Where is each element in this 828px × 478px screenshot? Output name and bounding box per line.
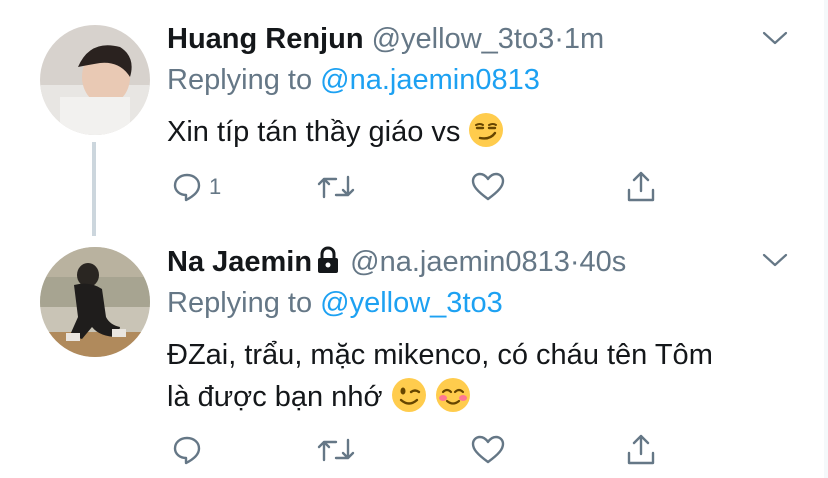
- share-button[interactable]: [625, 432, 657, 468]
- retweet-button[interactable]: [317, 169, 355, 205]
- tweet-header: Na Jaemin @na.jaemin0813·40s: [167, 245, 626, 282]
- wink-emoji: [391, 377, 427, 413]
- share-icon: [627, 171, 655, 202]
- tweet-text: ĐZai, trẩu, mặc mikenco, có cháu tên Tôm…: [167, 334, 797, 418]
- replying-label: Replying to: [167, 64, 313, 96]
- display-name[interactable]: Na Jaemin: [167, 246, 312, 278]
- retweet-icon: [317, 175, 355, 199]
- smiling-blush-emoji: [435, 377, 471, 413]
- tweet-text-content: Xin típ tán thầy giáo vs: [167, 116, 461, 148]
- tweet-text-line-2-wrap: là được bạn nhớ: [167, 376, 797, 418]
- separator: ·: [569, 246, 580, 278]
- tweet-header: Huang Renjun @yellow_3to3·1m: [167, 22, 604, 56]
- heart-icon: [471, 172, 505, 201]
- replying-to: Replying to @na.jaemin0813: [167, 63, 540, 97]
- like-button[interactable]: [471, 432, 505, 468]
- reply-count: 1: [209, 174, 222, 199]
- tweet-text: Xin típ tán thầy giáo vs: [167, 111, 797, 153]
- lock-icon: [316, 246, 340, 282]
- scrollbar[interactable]: [824, 0, 828, 478]
- like-button[interactable]: [471, 169, 505, 205]
- share-button[interactable]: [625, 169, 657, 205]
- avatar[interactable]: [40, 247, 150, 357]
- tweet-actions: [167, 432, 687, 472]
- tweet-text-line-1: ĐZai, trẩu, mặc mikenco, có cháu tên Tôm: [167, 339, 713, 371]
- retweet-button[interactable]: [317, 432, 355, 468]
- replying-to-link[interactable]: @yellow_3to3: [320, 287, 503, 319]
- replying-label: Replying to: [167, 287, 313, 319]
- display-name[interactable]: Huang Renjun: [167, 23, 364, 55]
- user-handle[interactable]: @yellow_3to3: [372, 23, 555, 55]
- tweet-1[interactable]: Huang Renjun @yellow_3to3·1m Replying to…: [0, 0, 828, 236]
- user-handle[interactable]: @na.jaemin0813: [350, 246, 570, 278]
- chevron-down-icon[interactable]: [762, 30, 788, 51]
- retweet-icon: [317, 438, 355, 462]
- timestamp[interactable]: 40s: [580, 246, 627, 278]
- reply-icon: [173, 436, 201, 465]
- chevron-down-icon[interactable]: [762, 252, 788, 273]
- reply-icon: [173, 173, 201, 202]
- thread-line: [92, 142, 96, 236]
- heart-icon: [471, 435, 505, 464]
- smirk-emoji: [468, 112, 504, 148]
- share-icon: [627, 434, 655, 465]
- timestamp[interactable]: 1m: [564, 23, 604, 55]
- separator: ·: [554, 23, 564, 55]
- replying-to-link[interactable]: @na.jaemin0813: [320, 64, 540, 96]
- reply-button[interactable]: [171, 432, 209, 468]
- reply-button[interactable]: 1: [171, 169, 221, 205]
- avatar[interactable]: [40, 25, 150, 135]
- tweet-text-line-2: là được bạn nhớ: [167, 381, 383, 413]
- tweet-actions: 1: [167, 169, 687, 209]
- replying-to: Replying to @yellow_3to3: [167, 286, 503, 320]
- tweet-2[interactable]: Na Jaemin @na.jaemin0813·40s Replying to…: [0, 230, 828, 478]
